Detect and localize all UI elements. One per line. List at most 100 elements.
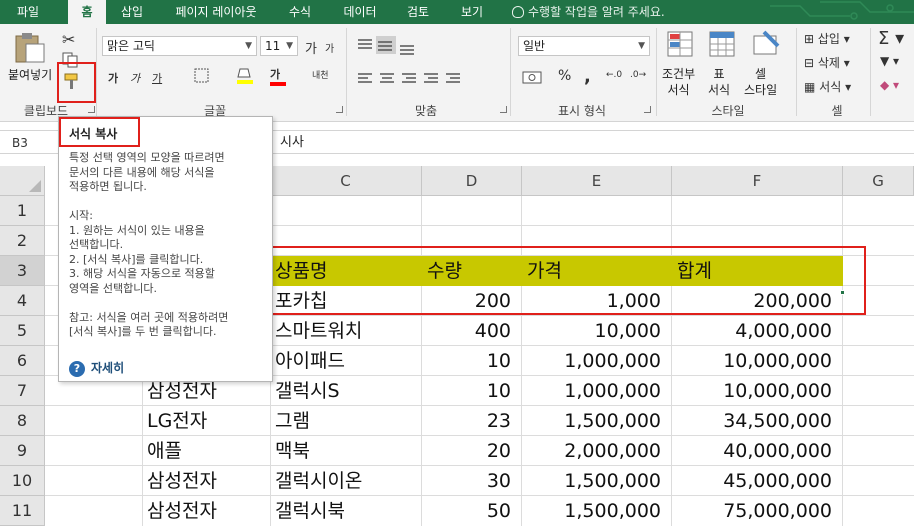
company-cell[interactable]: 삼성전자 [142,496,270,526]
italic-button[interactable]: 가 [130,70,140,86]
price-cell[interactable]: 1,500,000 [522,466,672,496]
total-cell[interactable]: 40,000,000 [672,436,843,466]
increase-decimal-icon[interactable]: ←.0 [606,70,622,80]
tooltip-line: 2. [서식 복사]를 클릭합니다. [69,252,204,266]
row-header[interactable]: 8 [0,406,45,436]
fill-color-button[interactable] [236,66,254,89]
qty-cell[interactable]: 50 [422,496,522,526]
font-size-dropdown[interactable]: 11 ▼ [260,36,298,56]
price-cell[interactable]: 1,000,000 [522,376,672,406]
price-cell[interactable]: 1,000,000 [522,346,672,376]
product-cell[interactable]: 갤럭시S [270,376,422,406]
total-cell[interactable]: 10,000,000 [672,376,843,406]
qty-cell[interactable]: 30 [422,466,522,496]
product-cell[interactable]: 갤럭시이온 [270,466,422,496]
delete-cells-button[interactable]: ⊟ 삭제 ▾ [804,54,850,71]
percent-button[interactable]: % [558,68,571,84]
row-header[interactable]: 4 [0,286,45,316]
row-header[interactable]: 5 [0,316,45,346]
ribbon-tab-bar: 파일 홈 삽입 페이지 레이아웃 수식 데이터 검토 보기 수행할 작업을 알려… [0,0,914,24]
product-cell[interactable]: 맥북 [270,436,422,466]
tab-home[interactable]: 홈 [68,0,106,24]
tab-data[interactable]: 데이터 [334,0,386,24]
tell-me-box[interactable]: 수행할 작업을 알려 주세요. [512,0,665,24]
font-name-dropdown[interactable]: 맑은 고딕 ▼ [102,36,257,56]
company-cell[interactable]: 삼성전자 [142,466,270,496]
price-cell[interactable]: 1,500,000 [522,496,672,526]
row-header[interactable]: 7 [0,376,45,406]
conditional-format-button[interactable] [666,30,696,63]
comma-button[interactable]: , [584,66,591,87]
clipboard-launcher-icon[interactable] [88,106,95,113]
row-header[interactable]: 2 [0,226,45,256]
row-header[interactable]: 10 [0,466,45,496]
qty-cell[interactable]: 10 [422,376,522,406]
accounting-button[interactable] [522,70,544,89]
bold-button[interactable]: 가 [108,70,118,86]
number-format-dropdown[interactable]: 일반 ▼ [518,36,650,56]
fill-icon[interactable]: ▼ ▾ [880,54,899,68]
alignment-launcher-icon[interactable] [500,106,507,113]
qty-cell[interactable]: 20 [422,436,522,466]
row-header[interactable]: 6 [0,346,45,376]
column-header[interactable]: E [522,166,672,196]
row-header[interactable]: 3 [0,256,45,286]
product-cell[interactable]: 스마트워치 [270,316,422,346]
cut-icon[interactable]: ✂ [62,30,75,49]
qty-cell[interactable]: 10 [422,346,522,376]
column-header[interactable]: G [843,166,914,196]
price-cell[interactable]: 10,000 [522,316,672,346]
row-header[interactable]: 1 [0,196,45,226]
table-icon [709,31,735,57]
format-cells-button[interactable]: ▦ 서식 ▾ [804,78,851,95]
increase-font-button[interactable]: 가 [305,38,317,57]
phonetic-button[interactable]: 내천 [312,68,329,81]
number-format-value: 일반 [523,39,546,53]
total-cell[interactable]: 10,000,000 [672,346,843,376]
column-header[interactable]: D [422,166,522,196]
font-color-button[interactable]: 가 [270,66,286,86]
font-launcher-icon[interactable] [336,106,343,113]
tab-view[interactable]: 보기 [450,0,494,24]
tab-file[interactable]: 파일 [6,0,50,24]
product-cell[interactable]: 아이패드 [270,346,422,376]
alignment-icons[interactable] [354,36,504,96]
column-header[interactable]: C [270,166,422,196]
column-header[interactable]: F [672,166,843,196]
product-cell[interactable]: 그램 [270,406,422,436]
select-all-button[interactable] [0,166,45,196]
total-cell[interactable]: 45,000,000 [672,466,843,496]
formula-input[interactable]: 시사 [280,133,304,153]
total-cell[interactable]: 34,500,000 [672,406,843,436]
group-separator [510,28,511,116]
tab-review[interactable]: 검토 [396,0,440,24]
tab-page-layout[interactable]: 페이지 레이아웃 [160,0,272,24]
tab-insert[interactable]: 삽입 [110,0,154,24]
decrease-font-button[interactable]: 가 [325,40,334,55]
number-launcher-icon[interactable] [644,106,651,113]
total-cell[interactable]: 75,000,000 [672,496,843,526]
name-box[interactable]: B3 [4,133,54,153]
border-button[interactable] [194,68,210,87]
row-header[interactable]: 9 [0,436,45,466]
tooltip-line: 특정 선택 영역의 모양을 따르려면 [69,151,225,164]
product-cell[interactable]: 갤럭시북 [270,496,422,526]
price-cell[interactable]: 2,000,000 [522,436,672,466]
price-cell[interactable]: 1,500,000 [522,406,672,436]
autosum-icon[interactable]: Σ ▾ [878,28,904,49]
decrease-decimal-icon[interactable]: .0→ [630,70,646,80]
tab-formulas[interactable]: 수식 [278,0,322,24]
cell-styles-button[interactable] [752,30,782,63]
company-cell[interactable]: LG전자 [142,406,270,436]
total-cell[interactable]: 4,000,000 [672,316,843,346]
clear-icon[interactable]: ◆ ▾ [880,78,899,92]
paste-button[interactable] [12,32,46,67]
qty-cell[interactable]: 400 [422,316,522,346]
row-header[interactable]: 11 [0,496,45,526]
company-cell[interactable]: 애플 [142,436,270,466]
format-as-table-button[interactable] [708,30,738,63]
underline-button[interactable]: 가 [152,70,162,86]
qty-cell[interactable]: 23 [422,406,522,436]
tooltip-help-link[interactable]: ? 자세히 [69,359,124,377]
insert-cells-button[interactable]: ⊞ 삽입 ▾ [804,30,850,47]
